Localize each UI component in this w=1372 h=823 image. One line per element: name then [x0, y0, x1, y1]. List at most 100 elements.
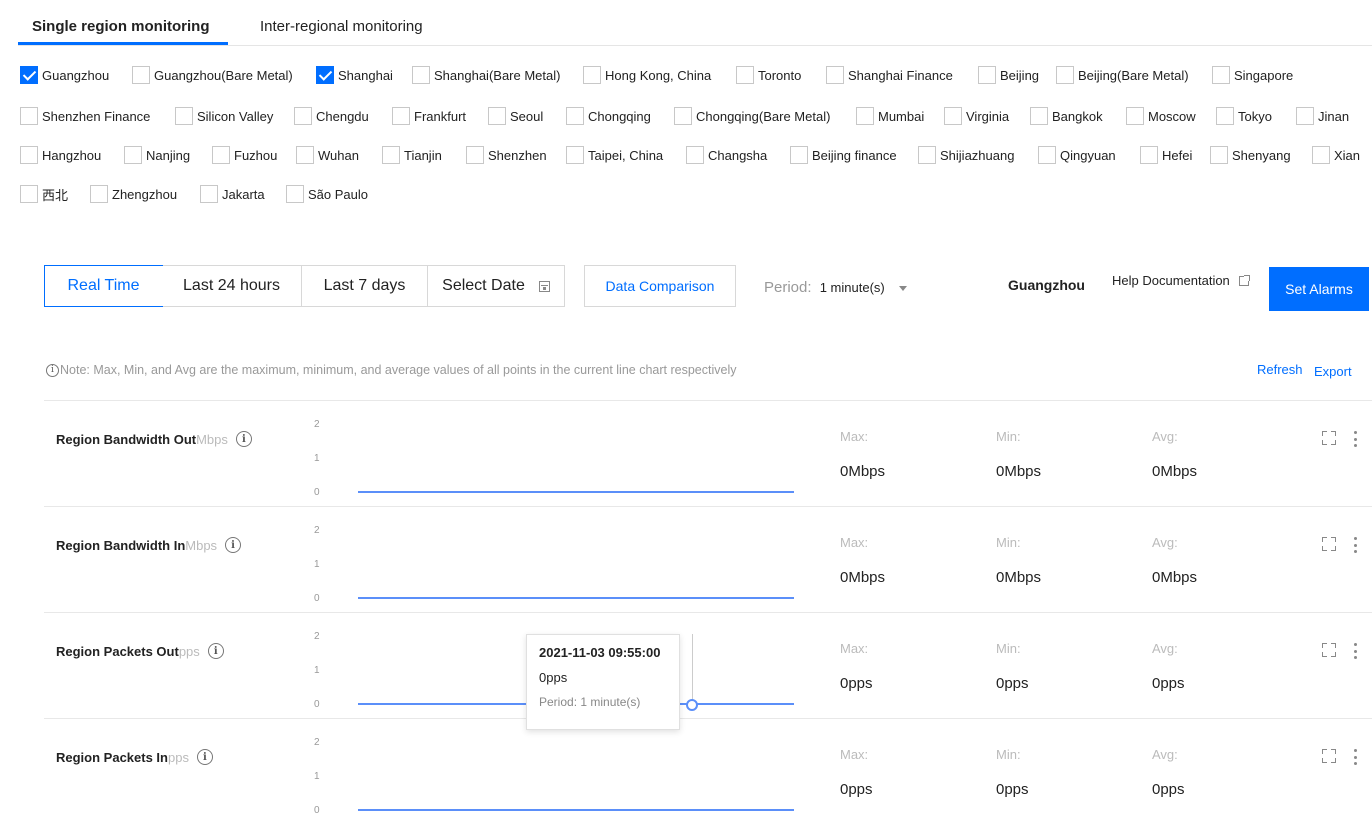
region-checkbox[interactable]: Fuzhou	[212, 144, 277, 166]
region-checkbox[interactable]: Jinan	[1296, 105, 1349, 127]
checkbox-box	[944, 107, 962, 125]
min-label: Min:	[996, 535, 1021, 550]
more-icon[interactable]	[1354, 643, 1357, 659]
avg-value: 0Mbps	[1152, 569, 1198, 586]
region-checkbox[interactable]: Chengdu	[294, 105, 369, 127]
region-checkbox[interactable]: Shenzhen Finance	[20, 105, 150, 127]
more-icon[interactable]	[1354, 431, 1357, 447]
region-checkbox[interactable]: Hefei	[1140, 144, 1192, 166]
region-label: Singapore	[1234, 67, 1294, 83]
region-checkbox[interactable]: Chongqing(Bare Metal)	[674, 105, 830, 127]
tab-single-region[interactable]: Single region monitoring	[32, 18, 210, 35]
y-tick-label: 0	[314, 805, 320, 816]
region-label: Fuzhou	[234, 147, 278, 163]
more-icon[interactable]	[1354, 749, 1357, 765]
region-checkbox[interactable]: Frankfurt	[392, 105, 466, 127]
metric-row: Region Packets Out pps i 2 1 0 Max: 0pps M…	[44, 612, 1372, 718]
region-checkbox[interactable]: Beijing finance	[790, 144, 897, 166]
help-documentation-link[interactable]: Help Documentation	[1112, 273, 1251, 288]
set-alarms-button[interactable]: Set Alarms	[1269, 267, 1369, 311]
time-range-24h-button[interactable]: Last 24 hours	[162, 266, 302, 306]
avg-label: Avg:	[1152, 641, 1178, 656]
max-label: Max:	[840, 535, 869, 550]
export-link[interactable]: Export	[1314, 364, 1352, 379]
info-icon[interactable]: i	[207, 643, 224, 659]
metric-row: Region Bandwidth In Mbps i 2 1 0 Max: 0Mbp…	[44, 506, 1372, 612]
region-checkbox[interactable]: Xian	[1312, 144, 1360, 166]
region-checkbox[interactable]: Guangzhou	[20, 64, 109, 86]
hover-point-marker	[686, 699, 698, 711]
tab-inter-regional[interactable]: Inter-regional monitoring	[260, 18, 423, 35]
region-label: Guangzhou(Bare Metal)	[154, 67, 293, 83]
time-range-realtime-button[interactable]: Real Time	[44, 265, 163, 307]
select-date-button[interactable]: Select Date	[428, 266, 564, 306]
metric-chart[interactable]: 2 1 0	[300, 719, 800, 823]
metric-name: Region Bandwidth In	[56, 537, 186, 553]
region-checkbox[interactable]: Virginia	[944, 105, 1009, 127]
info-icon[interactable]: i	[196, 749, 213, 765]
expand-icon[interactable]	[1322, 537, 1336, 551]
region-checkbox[interactable]: Nanjing	[124, 144, 190, 166]
metric-unit: Mbps	[196, 431, 228, 447]
region-checkbox[interactable]: Bangkok	[1030, 105, 1103, 127]
max-value: 0Mbps	[840, 569, 886, 586]
region-checkbox[interactable]: Silicon Valley	[175, 105, 273, 127]
region-checkbox[interactable]: Shijiazhuang	[918, 144, 1014, 166]
region-checkbox[interactable]: Shanghai Finance	[826, 64, 953, 86]
region-checkbox[interactable]: 西北	[20, 183, 68, 205]
region-checkbox[interactable]: Shanghai	[316, 64, 393, 86]
region-checkbox[interactable]: Jakarta	[200, 183, 265, 205]
region-checkbox[interactable]: Toronto	[736, 64, 801, 86]
region-checkbox[interactable]: Qingyuan	[1038, 144, 1116, 166]
region-label: Hangzhou	[42, 147, 102, 163]
region-checkbox[interactable]: Chongqing	[566, 105, 651, 127]
y-tick-label: 0	[314, 487, 320, 498]
region-checkbox[interactable]: Shanghai(Bare Metal)	[412, 64, 560, 86]
region-checkbox[interactable]: Shenzhen	[466, 144, 547, 166]
expand-icon[interactable]	[1322, 749, 1336, 763]
region-label: Shenzhen Finance	[42, 108, 151, 124]
region-checkbox[interactable]: Singapore	[1212, 64, 1293, 86]
metric-chart[interactable]: 2 1 0	[300, 507, 800, 613]
info-icon[interactable]: i	[235, 431, 252, 447]
data-comparison-button[interactable]: Data Comparison	[584, 265, 736, 307]
region-checkbox[interactable]: Seoul	[488, 105, 543, 127]
time-range-7d-button[interactable]: Last 7 days	[302, 266, 428, 306]
region-checkbox[interactable]: Tianjin	[382, 144, 442, 166]
region-label: Hefei	[1162, 147, 1193, 163]
region-checkbox[interactable]: São Paulo	[286, 183, 368, 205]
expand-icon[interactable]	[1322, 431, 1336, 445]
chart-tooltip: 2021-11-03 09:55:00 0pps Period: 1 minut…	[526, 634, 680, 730]
region-checkbox[interactable]: Mumbai	[856, 105, 924, 127]
region-checkbox[interactable]: Zhengzhou	[90, 183, 177, 205]
region-checkbox[interactable]: Hong Kong, China	[583, 64, 711, 86]
active-tab-indicator	[18, 42, 228, 45]
info-icon: i	[46, 363, 59, 377]
checkbox-box	[20, 185, 38, 203]
checkbox-box	[200, 185, 218, 203]
y-tick-label: 1	[314, 559, 320, 570]
checkbox-box	[978, 66, 996, 84]
region-label: Shenzhen	[488, 147, 547, 163]
info-icon[interactable]: i	[225, 537, 242, 553]
region-checkbox[interactable]: Tokyo	[1216, 105, 1272, 127]
region-label: Shenyang	[1232, 147, 1291, 163]
region-checkbox[interactable]: Taipei, China	[566, 144, 663, 166]
expand-icon[interactable]	[1322, 643, 1336, 657]
region-label: Wuhan	[318, 147, 359, 163]
region-checkbox[interactable]: Beijing	[978, 64, 1039, 86]
metric-chart[interactable]: 2 1 0	[300, 401, 800, 507]
period-select[interactable]: Period: 1 minute(s)	[764, 279, 907, 296]
region-checkbox[interactable]: Guangzhou(Bare Metal)	[132, 64, 293, 86]
region-checkbox[interactable]: Hangzhou	[20, 144, 101, 166]
region-checkbox[interactable]: Moscow	[1126, 105, 1196, 127]
y-tick-label: 0	[314, 699, 320, 710]
refresh-link[interactable]: Refresh	[1257, 362, 1303, 377]
more-icon[interactable]	[1354, 537, 1357, 553]
time-range-group: Real Time Last 24 hours Last 7 days Sele…	[44, 265, 565, 307]
checkbox-box	[90, 185, 108, 203]
region-checkbox[interactable]: Changsha	[686, 144, 767, 166]
region-checkbox[interactable]: Beijing(Bare Metal)	[1056, 64, 1189, 86]
region-checkbox[interactable]: Wuhan	[296, 144, 359, 166]
region-checkbox[interactable]: Shenyang	[1210, 144, 1291, 166]
